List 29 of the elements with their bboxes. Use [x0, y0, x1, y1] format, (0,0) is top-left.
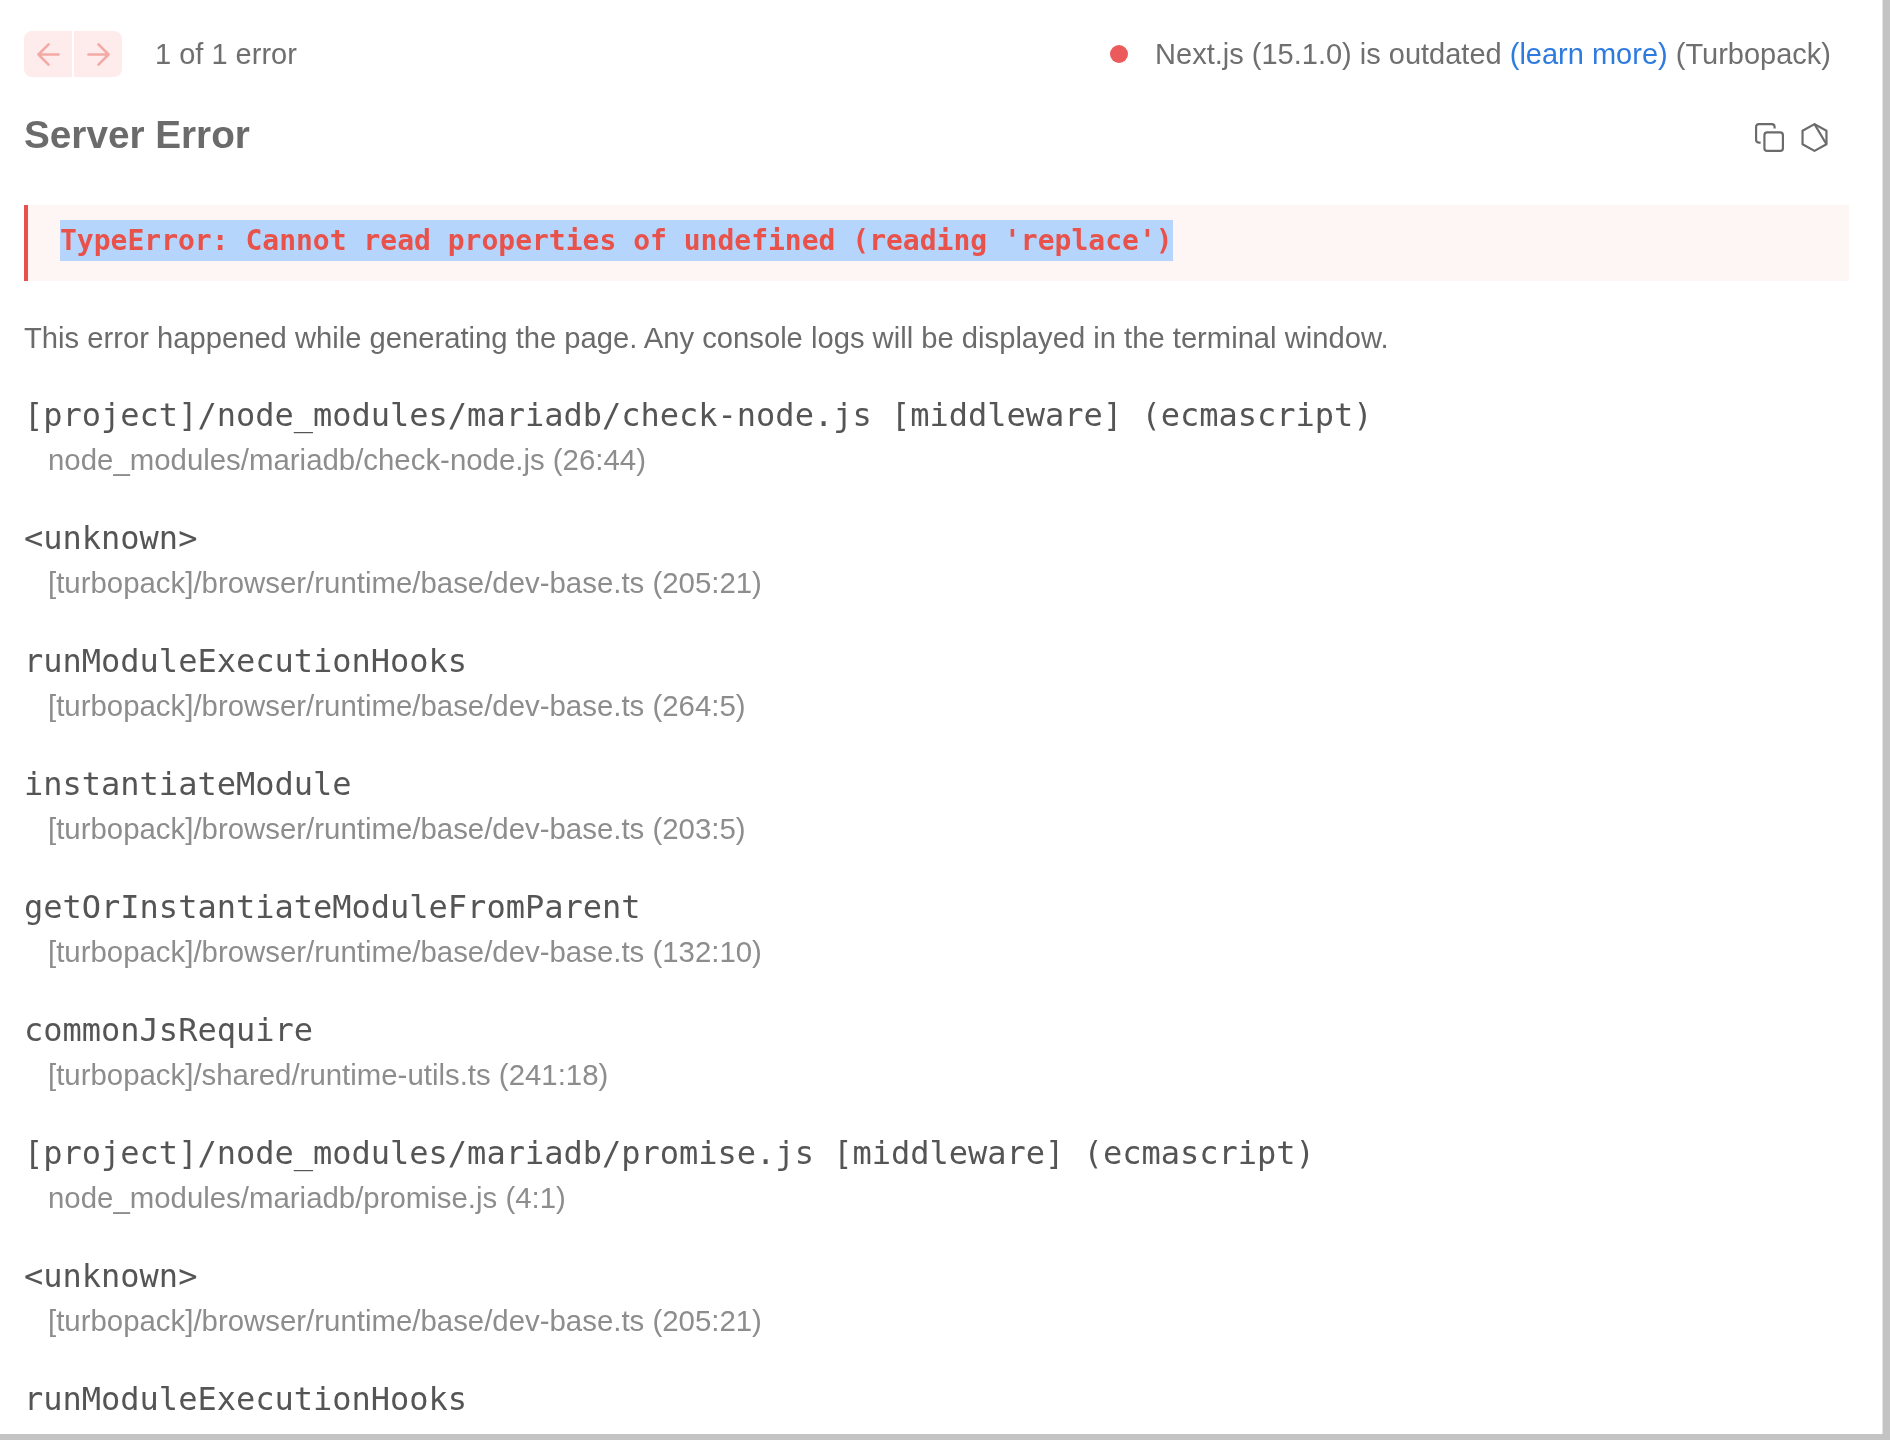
frame-function: instantiateModule — [24, 764, 353, 804]
frame-function: [project]/node_modules/mariadb/promise.js [middleware] (ecmascript) — [24, 1133, 1316, 1173]
error-title: Server Error — [24, 112, 250, 158]
arrow-left-icon — [36, 42, 60, 66]
frame-location: [turbopack]/browser/runtime/base/dev-base.ts (205:21) — [47, 565, 763, 601]
frame-function: <unknown> — [24, 518, 199, 558]
frame-location: [turbopack]/browser/runtime/base/dev-base.ts (264:5) — [47, 688, 747, 724]
frame-function: runModuleExecutionHooks — [24, 1379, 469, 1419]
frame-location: [turbopack]/browser/runtime/base/dev-base.ts (132:10) — [47, 934, 763, 970]
frame-location: [turbopack]/browser/runtime/base/dev-base.ts (203:5) — [47, 811, 747, 847]
hexagon-button[interactable] — [1798, 121, 1831, 154]
error-counter: 1 of 1 error — [155, 37, 297, 71]
frame-function: [project]/node_modules/mariadb/check-node.js [middleware] (ecmascript) — [24, 395, 1374, 435]
hexagon-icon — [1800, 123, 1829, 152]
frame-function: commonJsRequire — [24, 1010, 314, 1050]
arrow-right-icon — [86, 42, 110, 66]
error-description: This error happened while generating the page. Any console logs will be displayed in the terminal window. — [24, 321, 1390, 356]
copy-icon — [1755, 123, 1784, 152]
error-message: TypeError: Cannot read properties of undefined (reading 'replace') — [60, 220, 1173, 261]
version-notice: Next.js (15.1.0) is outdated (learn more) (Turbopack) — [1155, 37, 1831, 71]
frame-location: node_modules/mariadb/promise.js (4:1) — [47, 1180, 567, 1216]
frame-location: [turbopack]/browser/runtime/base/dev-base.ts (205:21) — [47, 1303, 763, 1339]
frame-function: <unknown> — [24, 1256, 199, 1296]
frame-function: getOrInstantiateModuleFromParent — [24, 887, 642, 927]
frame-location: node_modules/mariadb/check-node.js (26:44) — [47, 442, 647, 478]
frame-function: runModuleExecutionHooks — [24, 641, 469, 681]
learn-more-link[interactable]: (learn more) — [1509, 37, 1668, 70]
frame-location: [turbopack]/shared/runtime-utils.ts (241:18) — [47, 1057, 610, 1093]
copy-button[interactable] — [1753, 121, 1786, 154]
